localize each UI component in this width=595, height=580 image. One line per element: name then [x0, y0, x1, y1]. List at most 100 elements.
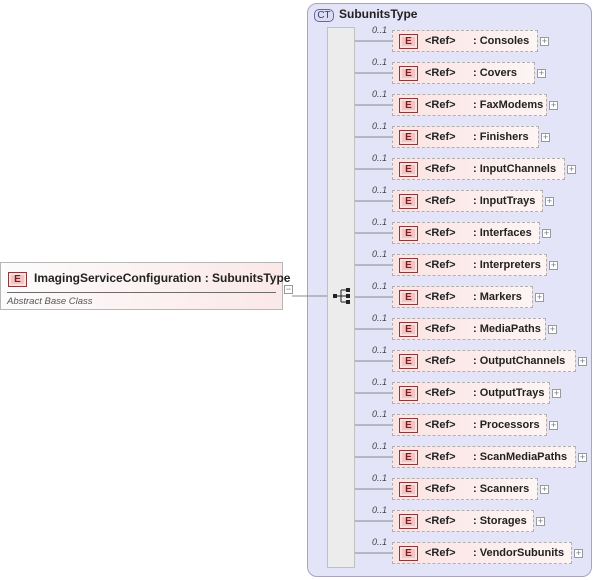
child-cardinality: 0..1 — [372, 121, 388, 131]
element-badge: E — [399, 322, 418, 337]
child-cardinality: 0..1 — [372, 57, 388, 67]
root-element-box[interactable]: E ImagingServiceConfiguration : Subunits… — [0, 262, 290, 310]
child-ref-label: <Ref> — [425, 67, 456, 79]
child-ref-label: <Ref> — [425, 227, 456, 239]
child-element-box[interactable]: E <Ref> : Markers — [392, 286, 533, 308]
element-badge: E — [399, 290, 418, 305]
child-cardinality: 0..1 — [372, 185, 388, 195]
expand-toggle[interactable]: + — [549, 421, 558, 430]
expand-toggle[interactable]: + — [552, 389, 561, 398]
expand-toggle[interactable]: + — [537, 69, 546, 78]
element-badge: E — [399, 450, 418, 465]
child-type-name: : Markers — [473, 291, 522, 303]
child-element-box[interactable]: E <Ref> : Covers — [392, 62, 535, 84]
sequence-icon — [333, 288, 350, 304]
child-cardinality: 0..1 — [372, 377, 388, 387]
expand-toggle[interactable]: + — [540, 37, 549, 46]
child-element-box[interactable]: E <Ref> : Interpreters — [392, 254, 547, 276]
child-element-box[interactable]: E <Ref> : ScanMediaPaths — [392, 446, 576, 468]
element-badge: E — [399, 418, 418, 433]
child-element-box[interactable]: E <Ref> : Consoles — [392, 30, 538, 52]
child-element-box[interactable]: E <Ref> : Interfaces — [392, 222, 540, 244]
child-element-box[interactable]: E <Ref>: OutputTrays — [392, 382, 550, 404]
child-cardinality: 0..1 — [372, 217, 388, 227]
expand-toggle[interactable]: + — [567, 165, 576, 174]
child-cardinality: 0..1 — [372, 537, 388, 547]
child-ref-label: <Ref> — [425, 35, 456, 47]
child-type-name: : ScanMediaPaths — [473, 451, 568, 463]
element-badge: E — [399, 354, 418, 369]
element-badge: E — [8, 272, 27, 287]
child-element-box[interactable]: E <Ref>: MediaPaths — [392, 318, 546, 340]
child-cardinality: 0..1 — [372, 89, 388, 99]
child-ref-label: <Ref> — [425, 259, 456, 271]
element-badge: E — [399, 66, 418, 81]
expand-toggle[interactable]: + — [535, 293, 544, 302]
child-type-name: : OutputChannels — [473, 355, 566, 367]
child-element-box[interactable]: E <Ref>: FaxModems — [392, 94, 547, 116]
child-ref-label: <Ref> — [425, 483, 456, 495]
child-cardinality: 0..1 — [372, 505, 388, 515]
child-type-name: : FaxModems — [473, 99, 544, 111]
child-ref-label: <Ref> — [425, 547, 456, 559]
element-badge: E — [399, 194, 418, 209]
child-type-name: : InputChannels — [473, 163, 557, 175]
child-element-box[interactable]: E <Ref> : VendorSubunits — [392, 542, 572, 564]
child-element-box[interactable]: E <Ref> : OutputChannels — [392, 350, 576, 372]
element-badge: E — [399, 258, 418, 273]
child-ref-label: <Ref> — [425, 99, 456, 111]
child-type-name: : Storages — [473, 515, 527, 527]
child-ref-label: <Ref> — [425, 355, 456, 367]
element-badge: E — [399, 130, 418, 145]
root-element-title: ImagingServiceConfiguration : SubunitsTy… — [34, 271, 291, 285]
element-badge: E — [399, 226, 418, 241]
child-type-name: : VendorSubunits — [473, 547, 565, 559]
expand-toggle[interactable]: + — [541, 133, 550, 142]
element-badge: E — [399, 482, 418, 497]
child-cardinality: 0..1 — [372, 313, 388, 323]
child-element-box[interactable]: E <Ref> : Finishers — [392, 126, 539, 148]
expand-toggle[interactable]: + — [549, 101, 558, 110]
child-element-box[interactable]: E <Ref> : InputChannels — [392, 158, 565, 180]
child-type-name: : Interfaces — [473, 227, 532, 239]
child-ref-label: <Ref> — [425, 387, 456, 399]
child-type-name: : InputTrays — [473, 195, 536, 207]
collapse-toggle[interactable]: − — [284, 285, 293, 294]
child-type-name: : Consoles — [473, 35, 530, 47]
child-ref-label: <Ref> — [425, 451, 456, 463]
child-ref-label: <Ref> — [425, 131, 456, 143]
child-type-name: : MediaPaths — [473, 323, 541, 335]
expand-toggle[interactable]: + — [540, 485, 549, 494]
element-badge: E — [399, 162, 418, 177]
child-cardinality: 0..1 — [372, 473, 388, 483]
child-element-box[interactable]: E <Ref>: Processors — [392, 414, 547, 436]
expand-toggle[interactable]: + — [578, 357, 587, 366]
child-ref-label: <Ref> — [425, 291, 456, 303]
child-cardinality: 0..1 — [372, 409, 388, 419]
expand-toggle[interactable]: + — [548, 325, 557, 334]
expand-toggle[interactable]: + — [542, 229, 551, 238]
child-ref-label: <Ref> — [425, 195, 456, 207]
child-cardinality: 0..1 — [372, 153, 388, 163]
element-badge: E — [399, 546, 418, 561]
child-type-name: : Interpreters — [473, 259, 541, 271]
child-ref-label: <Ref> — [425, 419, 456, 431]
child-element-box[interactable]: E <Ref> : InputTrays — [392, 190, 543, 212]
element-badge: E — [399, 34, 418, 49]
root-element-documentation: Abstract Base Class — [7, 296, 93, 307]
child-ref-label: <Ref> — [425, 515, 456, 527]
expand-toggle[interactable]: + — [545, 197, 554, 206]
expand-toggle[interactable]: + — [574, 549, 583, 558]
expand-toggle[interactable]: + — [549, 261, 558, 270]
expand-toggle[interactable]: + — [578, 453, 587, 462]
child-cardinality: 0..1 — [372, 345, 388, 355]
child-type-name: : Finishers — [473, 131, 529, 143]
child-cardinality: 0..1 — [372, 25, 388, 35]
child-element-box[interactable]: E <Ref> : Scanners — [392, 478, 538, 500]
child-type-name: : Covers — [473, 67, 518, 79]
expand-toggle[interactable]: + — [536, 517, 545, 526]
child-element-box[interactable]: E <Ref>: Storages — [392, 510, 534, 532]
child-ref-label: <Ref> — [425, 163, 456, 175]
child-type-name: : Scanners — [473, 483, 530, 495]
child-type-name: : OutputTrays — [473, 387, 545, 399]
